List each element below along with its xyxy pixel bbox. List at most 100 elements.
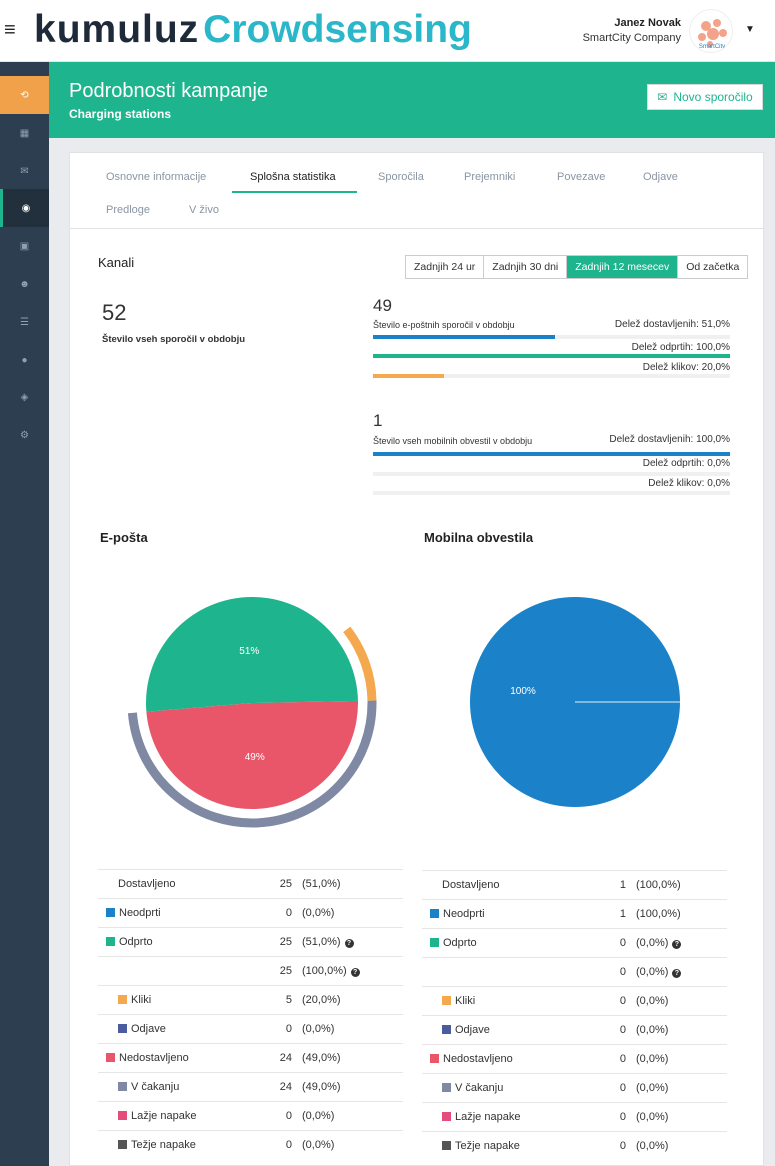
table-row: Težje napake 0 (0,0%) [98, 1130, 403, 1159]
row-label: Lažje napake [118, 1110, 196, 1122]
row-label: Odjave [118, 1023, 166, 1035]
row-label-text: Težje napake [131, 1139, 196, 1151]
period-30d-button[interactable]: Zadnjih 30 dni [484, 256, 568, 278]
help-icon[interactable]: ? [672, 969, 682, 978]
period-24h-button[interactable]: Zadnjih 24 ur [406, 256, 485, 278]
map-marker-icon[interactable]: ● [0, 341, 49, 379]
help-icon[interactable]: ? [672, 940, 682, 949]
menu-icon[interactable]: ≡ [4, 20, 16, 40]
legend-swatch-icon [118, 1111, 127, 1120]
tab-general-stats[interactable]: Splošna statistika [250, 171, 336, 183]
row-label: Neodprti [430, 908, 485, 920]
row-percentage: (51,0%) [302, 878, 341, 890]
row-percentage: (49,0%) [302, 1052, 341, 1064]
mobile-opened-rate: Delež odprtih: 0,0% [642, 458, 730, 469]
table-row: Kliki 5 (20,0%) [98, 985, 403, 1014]
email-chart-title: E-pošta [100, 530, 148, 545]
table-row: Odjave 0 (0,0%) [422, 1015, 727, 1044]
row-percentage: (100,0%) [636, 879, 681, 891]
user-info[interactable]: Janez Novak SmartCity Company [583, 16, 681, 46]
row-label-text: Kliki [455, 995, 476, 1007]
top-header: ≡ kumuluz Crowdsensing Janez Novak SmartC… [0, 0, 775, 62]
row-label: Odprto [106, 936, 153, 948]
tab-templates[interactable]: Predloge [106, 204, 150, 216]
period-12m-button[interactable]: Zadnjih 12 mesecev [567, 256, 679, 278]
cube-icon[interactable]: ◈ [0, 378, 49, 416]
row-label-text: Odjave [131, 1023, 166, 1035]
page-title-bar: Podrobnosti kampanje Charging stations ✉… [49, 62, 775, 138]
row-label-text: Nedostavljeno [119, 1052, 189, 1064]
row-count: 0 [285, 1139, 292, 1151]
row-percentage: (0,0%) [302, 1139, 335, 1151]
table-row: Lažje napake 0 (0,0%) [98, 1101, 403, 1130]
image-icon[interactable]: ▣ [0, 227, 49, 265]
list-icon[interactable]: ☰ [0, 303, 49, 341]
row-label: V čakanju [442, 1082, 503, 1094]
row-count: 0 [619, 1111, 626, 1123]
row-percentage: (0,0%) [636, 1082, 669, 1094]
row-count: 1 [619, 879, 626, 891]
row-label: Dostavljeno [442, 879, 499, 891]
legend-swatch-icon [430, 1054, 439, 1063]
page-title: Podrobnosti kampanje [69, 80, 269, 102]
row-label-text: Nedostavljeno [443, 1053, 513, 1065]
row-label: Lažje napake [442, 1111, 520, 1123]
row-count: 0 [285, 1110, 292, 1122]
tab-recipients[interactable]: Prejemniki [464, 171, 515, 183]
legend-swatch-icon [106, 937, 115, 946]
gear-icon[interactable]: ⚙ [0, 416, 49, 454]
app-logo[interactable]: kumuluz Crowdsensing [34, 6, 472, 54]
tab-unsubscribes[interactable]: Odjave [643, 171, 678, 183]
avatar-text: SmartCity [699, 44, 725, 50]
row-label-text: Dostavljeno [118, 878, 176, 890]
email-opened-bar [373, 354, 730, 358]
table-row: Kliki 0 (0,0%) [422, 986, 727, 1015]
new-message-label: Novo sporočilo [673, 90, 753, 104]
logo-text-secondary: Crowdsensing [203, 8, 472, 51]
row-percentage: (51,0%)? [302, 936, 354, 948]
row-percentage: (0,0%) [302, 907, 335, 919]
row-count: 0 [619, 995, 626, 1007]
row-count: 25 [279, 965, 292, 977]
row-label: Nedostavljeno [430, 1053, 513, 1065]
period-all-button[interactable]: Od začetka [678, 256, 748, 278]
tab-live[interactable]: V živo [189, 204, 219, 216]
row-label: Odjave [442, 1024, 490, 1036]
table-row: Odprto 25 (51,0%)? [98, 927, 403, 956]
legend-swatch-icon [442, 996, 451, 1005]
email-opened-bar-fill [373, 354, 730, 358]
tab-basic-info[interactable]: Osnovne informacije [106, 171, 206, 183]
user-name: Janez Novak [614, 17, 681, 29]
row-percentage: (0,0%) [636, 995, 669, 1007]
email-pie-chart: 49% 51% [127, 597, 377, 828]
mobile-delivered-rate: Delež dostavljenih: 100,0% [609, 434, 730, 445]
tab-links[interactable]: Povezave [557, 171, 605, 183]
row-label-text: Lažje napake [131, 1110, 197, 1122]
row-label-text: Dostavljeno [442, 879, 500, 891]
help-icon[interactable]: ? [344, 939, 354, 948]
table-row: V čakanju 0 (0,0%) [422, 1073, 727, 1102]
row-label: V čakanju [118, 1081, 179, 1093]
caret-down-icon[interactable]: ▼ [745, 24, 755, 35]
table-row: Odprto 0 (0,0%)? [422, 928, 727, 957]
legend-swatch-icon [118, 995, 127, 1004]
row-label-text: Odprto [119, 936, 153, 948]
active-tab-indicator [232, 191, 357, 193]
row-count: 24 [279, 1081, 292, 1093]
table-row: Neodprti 0 (0,0%) [98, 898, 403, 927]
row-count: 0 [619, 1024, 626, 1036]
new-message-button[interactable]: ✉ Novo sporočilo [647, 84, 763, 110]
refresh-icon[interactable]: ⟲ [0, 76, 49, 114]
globe-icon[interactable]: ◉ [0, 189, 49, 227]
page-subtitle: Charging stations [69, 107, 172, 121]
row-label-text: Odprto [443, 937, 477, 949]
avatar[interactable]: SmartCity [689, 9, 733, 53]
row-label: Nedostavljeno [106, 1052, 189, 1064]
help-icon[interactable]: ? [350, 968, 360, 977]
legend-swatch-icon [442, 1025, 451, 1034]
tab-messages[interactable]: Sporočila [378, 171, 424, 183]
envelope-icon[interactable]: ✉ [0, 152, 49, 190]
users-icon[interactable]: ☻ [0, 265, 49, 303]
row-label-text: Odjave [455, 1024, 490, 1036]
dashboard-icon[interactable]: ▦ [0, 114, 49, 152]
